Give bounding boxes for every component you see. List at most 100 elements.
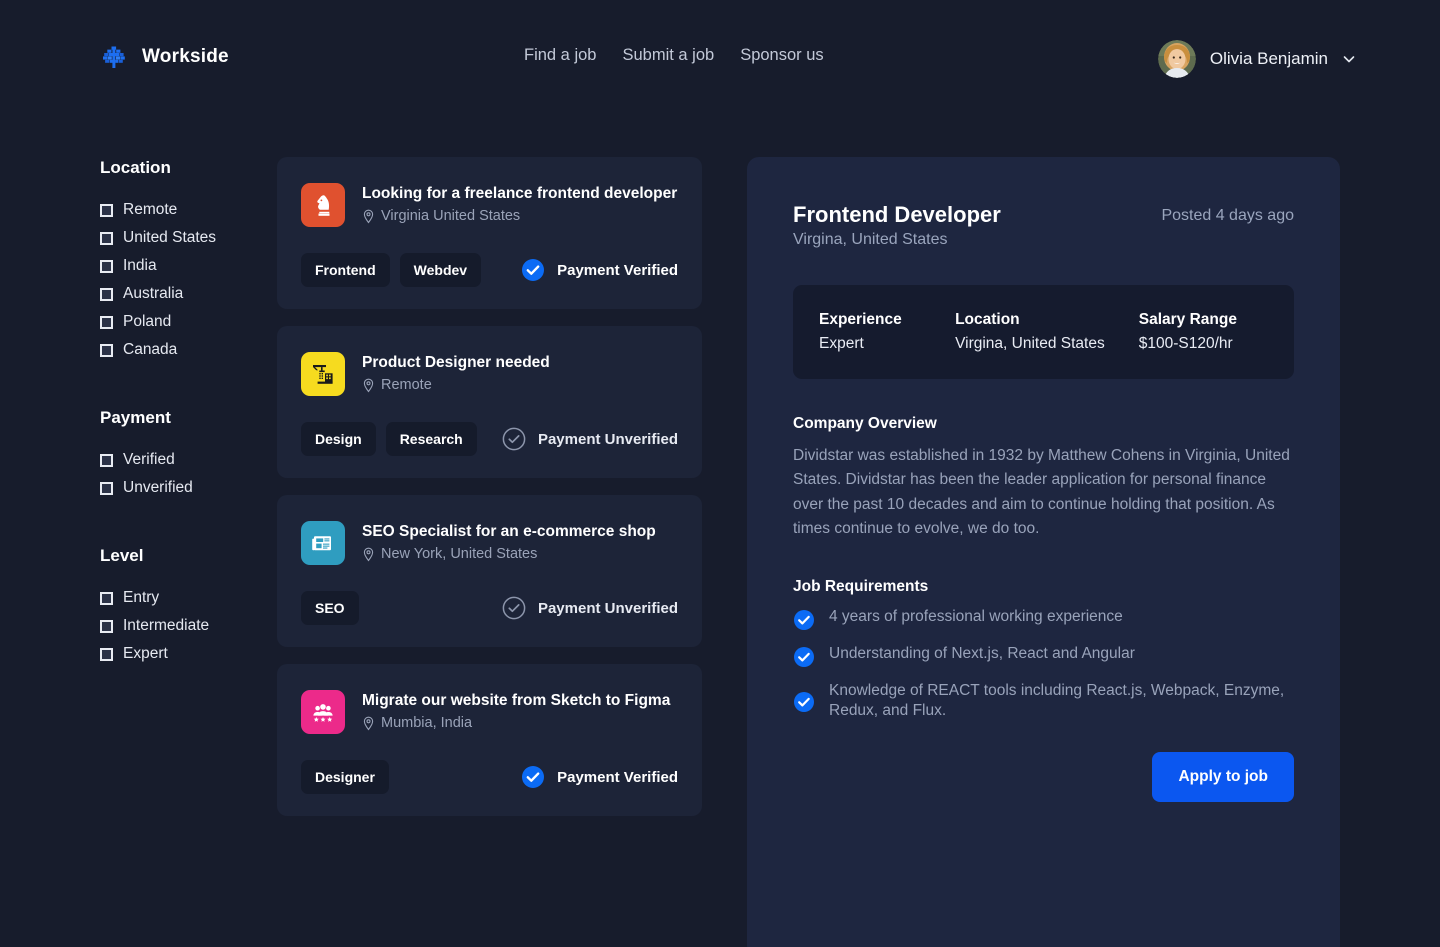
job-detail-panel: Frontend Developer Virgina, United State… — [747, 157, 1340, 947]
stat-label: Salary Range — [1139, 311, 1268, 329]
stat-value: Virgina, United States — [955, 335, 1139, 353]
checkbox-entry[interactable] — [100, 592, 113, 605]
job-detail-titles: Frontend Developer Virgina, United State… — [793, 202, 1001, 249]
brand-name: Workside — [142, 46, 229, 68]
checkbox-united-states[interactable] — [100, 232, 113, 245]
chevron-down-icon[interactable] — [1342, 52, 1356, 66]
filter-option-united-states[interactable]: United States — [100, 224, 270, 252]
company-overview-text: Dividstar was established in 1932 by Mat… — [793, 444, 1294, 542]
requirement-item: 4 years of professional working experien… — [793, 607, 1294, 630]
stat-label: Location — [955, 311, 1139, 329]
job-location-text: Remote — [381, 377, 432, 393]
check-circle-icon — [793, 690, 815, 712]
location-pin-icon — [362, 547, 375, 562]
filter-option-canada[interactable]: Canada — [100, 336, 270, 364]
stat-salary-range: Salary Range $100-S120/hr — [1139, 311, 1268, 353]
main-nav: Find a job Submit a job Sponsor us — [524, 46, 824, 65]
checkbox-remote[interactable] — [100, 204, 113, 217]
filter-option-poland[interactable]: Poland — [100, 308, 270, 336]
nav-link-find-a-job[interactable]: Find a job — [524, 46, 596, 65]
filter-group-payment: Payment Verified Unverified — [100, 408, 270, 502]
filter-label: Verified — [123, 451, 175, 469]
location-pin-icon — [362, 209, 375, 224]
filter-option-verified[interactable]: Verified — [100, 446, 270, 474]
job-tag[interactable]: Research — [386, 422, 477, 456]
payment-status-text: Payment Unverified — [538, 431, 678, 448]
job-card[interactable]: Looking for a freelance frontend develop… — [277, 157, 702, 309]
verified-check-icon — [521, 258, 545, 282]
filter-label: Intermediate — [123, 617, 209, 635]
filter-option-remote[interactable]: Remote — [100, 196, 270, 224]
checkbox-india[interactable] — [100, 260, 113, 273]
checkbox-canada[interactable] — [100, 344, 113, 357]
job-tag[interactable]: SEO — [301, 591, 359, 625]
job-detail-header: Frontend Developer Virgina, United State… — [793, 202, 1294, 249]
checkbox-intermediate[interactable] — [100, 620, 113, 633]
job-requirements-list: 4 years of professional working experien… — [793, 607, 1294, 720]
crane-icon — [301, 352, 345, 396]
filter-title-payment: Payment — [100, 408, 270, 428]
stat-experience: Experience Expert — [819, 311, 955, 353]
brand[interactable]: Workside — [100, 43, 229, 71]
job-card[interactable]: Product Designer needed Remote Design Re… — [277, 326, 702, 478]
job-title: SEO Specialist for an e-commerce shop — [362, 522, 656, 541]
page-title: Frontend Developer — [793, 202, 1001, 228]
apply-to-job-button[interactable]: Apply to job — [1152, 752, 1294, 802]
location-pin-icon — [362, 716, 375, 731]
check-circle-icon — [793, 608, 815, 630]
checkbox-verified[interactable] — [100, 454, 113, 467]
checkbox-expert[interactable] — [100, 648, 113, 661]
requirement-text: 4 years of professional working experien… — [829, 607, 1123, 627]
filters-sidebar: Location Remote United States India Aust… — [100, 158, 270, 702]
requirement-item: Understanding of Next.js, React and Angu… — [793, 644, 1294, 667]
job-location: Virginia United States — [362, 208, 677, 224]
user-name: Olivia Benjamin — [1210, 49, 1328, 69]
requirement-item: Knowledge of REACT tools including React… — [793, 681, 1294, 720]
nav-link-sponsor-us[interactable]: Sponsor us — [740, 46, 823, 65]
job-tag[interactable]: Frontend — [301, 253, 390, 287]
newspaper-icon — [301, 521, 345, 565]
filter-option-entry[interactable]: Entry — [100, 584, 270, 612]
job-card-header: Migrate our website from Sketch to Figma… — [301, 690, 678, 734]
job-card-footer: SEO Payment Unverified — [301, 591, 678, 625]
user-menu[interactable]: Olivia Benjamin — [1158, 40, 1356, 78]
filter-label: Poland — [123, 313, 171, 331]
filter-option-unverified[interactable]: Unverified — [100, 474, 270, 502]
filter-option-intermediate[interactable]: Intermediate — [100, 612, 270, 640]
requirement-text: Understanding of Next.js, React and Angu… — [829, 644, 1135, 664]
filter-option-expert[interactable]: Expert — [100, 640, 270, 668]
job-stats-strip: Experience Expert Location Virgina, Unit… — [793, 285, 1294, 379]
job-card[interactable]: Migrate our website from Sketch to Figma… — [277, 664, 702, 816]
job-card-header: SEO Specialist for an e-commerce shop Ne… — [301, 521, 678, 565]
job-requirements-title: Job Requirements — [793, 578, 1294, 596]
verified-check-icon — [521, 765, 545, 789]
requirement-text: Knowledge of REACT tools including React… — [829, 681, 1294, 720]
apply-row: Apply to job — [793, 752, 1294, 802]
checkbox-poland[interactable] — [100, 316, 113, 329]
job-card-text: Migrate our website from Sketch to Figma… — [362, 690, 670, 731]
nav-link-submit-a-job[interactable]: Submit a job — [622, 46, 714, 65]
top-header: Workside Find a job Submit a job Sponsor… — [0, 0, 1440, 114]
filter-option-australia[interactable]: Australia — [100, 280, 270, 308]
job-card-footer: Designer Payment Verified — [301, 760, 678, 794]
stat-label: Experience — [819, 311, 955, 329]
checkbox-unverified[interactable] — [100, 482, 113, 495]
payment-status-text: Payment Verified — [557, 769, 678, 786]
filter-title-location: Location — [100, 158, 270, 178]
filter-label: Remote — [123, 201, 177, 219]
job-card[interactable]: SEO Specialist for an e-commerce shop Ne… — [277, 495, 702, 647]
job-tag[interactable]: Design — [301, 422, 376, 456]
location-pin-icon — [362, 378, 375, 393]
filter-label: India — [123, 257, 157, 275]
checkbox-australia[interactable] — [100, 288, 113, 301]
job-location-text: New York, United States — [381, 546, 537, 562]
job-tag[interactable]: Designer — [301, 760, 389, 794]
filter-label: United States — [123, 229, 216, 247]
job-card-text: Looking for a freelance frontend develop… — [362, 183, 677, 224]
job-location: Mumbia, India — [362, 715, 670, 731]
job-title: Migrate our website from Sketch to Figma — [362, 691, 670, 710]
filter-option-india[interactable]: India — [100, 252, 270, 280]
job-detail-location: Virgina, United States — [793, 231, 1001, 249]
payment-status: Payment Verified — [521, 258, 678, 282]
job-tag[interactable]: Webdev — [400, 253, 481, 287]
